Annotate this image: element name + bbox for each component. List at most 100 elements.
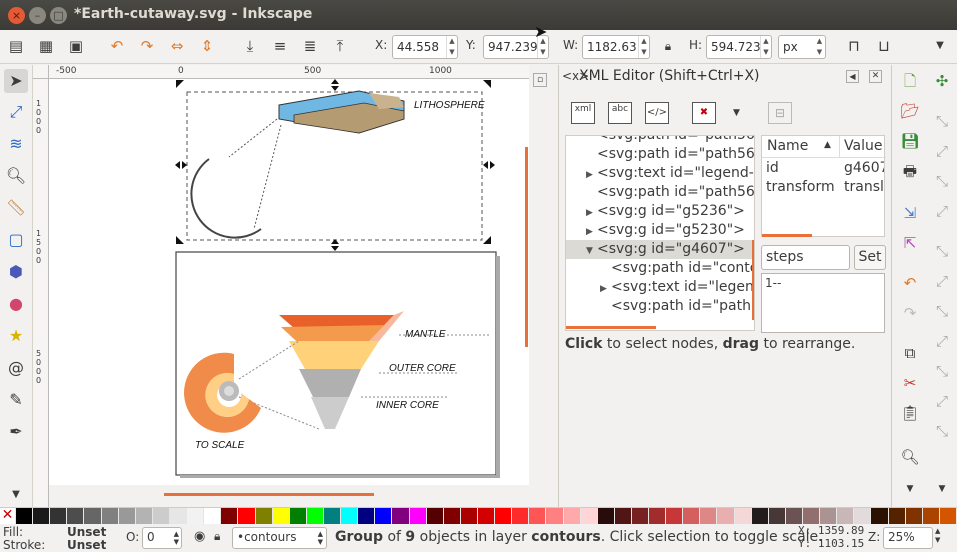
color-swatch[interactable] [495,508,513,524]
node-tree[interactable]: <svg:path id="path560 <svg:path id="path5… [565,135,755,331]
attr-name-cell[interactable]: transform [766,179,835,195]
color-swatch[interactable] [16,508,34,524]
xml-node[interactable]: ▶ <svg:text id="legend [566,278,754,297]
color-swatch[interactable] [118,508,136,524]
snap-bbox-icon[interactable]: ⤡ [930,109,954,133]
new-document-icon[interactable]: 🗋︎ [898,69,922,93]
w-spin-arrows[interactable]: ▲ ▼ [638,36,649,58]
color-swatch[interactable] [683,508,701,524]
color-swatch[interactable] [905,508,923,524]
3d-box-tool-icon[interactable]: ⬢ [4,260,28,284]
xml-node[interactable]: <svg:path id="path54 [566,297,754,316]
color-swatch[interactable] [854,508,872,524]
snap-cusp-icon[interactable]: ⤢ [930,329,954,353]
paste-icon[interactable]: 📋︎ [898,401,922,425]
lock-icon[interactable]: 🔒︎ [657,35,679,57]
undo-icon[interactable]: ↶ [898,271,922,295]
select-all-icon[interactable]: ▤ [5,35,27,57]
scale-corners-icon[interactable]: ⊔ [873,35,895,57]
snap-nodes-icon[interactable]: ⤡ [930,239,954,263]
unit-select[interactable]: px ▲ ▼ [778,35,826,59]
ellipse-tool-icon[interactable]: ● [4,292,28,316]
color-swatch[interactable] [101,508,119,524]
flip-vertical-icon[interactable]: ⇕ [196,35,218,57]
color-swatch[interactable] [169,508,188,524]
color-swatch[interactable] [426,508,444,524]
color-swatch[interactable] [871,508,889,524]
rotate-ccw-icon[interactable]: ↶ [106,35,128,57]
drawing-canvas[interactable]: LITHOSPHERE MANTLE OUTER CORE INNER CORE [49,79,529,485]
no-paint-swatch[interactable]: ✕ [0,508,16,524]
lock-layer-icon[interactable]: 🔒︎ [214,529,220,544]
flip-horizontal-icon[interactable]: ⇔ [166,35,188,57]
attr-scroll-thumb[interactable] [762,234,812,237]
x-field[interactable]: 44.558 ▲ ▼ [392,35,458,59]
color-swatch[interactable] [375,508,393,524]
attr-value-cell[interactable]: transl [844,179,884,195]
panel-close-icon[interactable]: ✕ [869,70,882,83]
zoom-spin-arrows[interactable]: ▲ ▼ [935,527,940,545]
h-field[interactable]: 594.723 ▲ ▼ [706,35,772,59]
scale-stroke-icon[interactable]: ⊓ [843,35,865,57]
color-swatch[interactable] [666,508,684,524]
pencil-tool-icon[interactable]: ✎ [4,388,28,412]
duplicate-node-icon[interactable]: </> [645,102,669,124]
color-swatch[interactable] [460,508,478,524]
color-swatch[interactable] [631,508,650,524]
toolbar-overflow-icon[interactable]: ▼ [733,108,740,118]
color-swatch[interactable] [289,508,307,524]
zoom-field[interactable]: 25% [883,527,933,549]
color-swatch[interactable] [221,508,239,524]
delete-node-icon[interactable]: ✖ [692,102,716,124]
copy-icon[interactable]: ⧉ [898,341,922,365]
selector-tool-icon[interactable]: ➤ [4,69,28,93]
opacity-spin-arrows[interactable]: ▲ ▼ [174,530,179,546]
lock-guides-icon[interactable]: ▫ [533,73,547,87]
color-swatch[interactable] [614,508,632,524]
color-swatch[interactable] [477,508,496,524]
x-spin-arrows[interactable]: ▲ ▼ [446,36,457,58]
zoom-selection-icon[interactable]: 🔍︎ [898,445,922,469]
deselect-icon[interactable]: ▣ [65,35,87,57]
attr-value-textarea[interactable]: 1-- [761,273,885,333]
color-swatch[interactable] [84,508,102,524]
color-swatch[interactable] [255,508,273,524]
attr-name-cell[interactable]: id [766,160,779,176]
color-swatch[interactable] [597,508,615,524]
xml-node[interactable]: <svg:path id="path560 [566,183,754,202]
toolbox-expand-icon[interactable]: ▼ [4,483,28,507]
color-swatch[interactable] [803,508,821,524]
fill-value[interactable]: Unset [67,525,106,539]
color-swatch[interactable] [888,508,906,524]
save-document-icon[interactable]: 💾︎ [898,129,922,153]
snap-center-icon[interactable]: ⤡ [930,419,954,443]
export-icon[interactable]: ⇱ [898,231,922,255]
color-swatch[interactable] [306,508,324,524]
color-swatch[interactable] [358,508,376,524]
node-tool-icon[interactable]: ⤢ [4,100,28,124]
snap-bbox-corner-icon[interactable]: ⤡ [930,169,954,193]
tweak-tool-icon[interactable]: ≋ [4,132,28,156]
color-swatch[interactable] [734,508,752,524]
w-field[interactable]: 1182.63 ▲ ▼ [582,35,650,59]
measure-tool-icon[interactable]: 📏︎ [4,196,28,220]
color-swatch[interactable] [392,508,410,524]
color-swatch[interactable] [700,508,718,524]
color-swatch[interactable] [785,508,804,524]
xml-node[interactable]: ▼ <svg:g id="g4607"> [566,240,754,259]
minimize-button[interactable]: – [29,7,46,24]
snap-midpoint-icon[interactable]: ⤢ [930,389,954,413]
spiral-tool-icon[interactable]: @ [4,356,28,380]
color-swatch[interactable] [204,508,222,524]
color-swatch[interactable] [443,508,461,524]
lower-to-bottom-icon[interactable]: ⤓ [239,35,261,57]
snap-bbox-edge-icon[interactable]: ⤢ [930,139,954,163]
panel-iconify-icon[interactable]: ◀ [846,70,859,83]
color-swatch[interactable] [67,508,85,524]
color-swatch[interactable] [837,508,855,524]
snap-expand-icon[interactable]: ▼ [930,477,954,501]
tree-v-scroll-thumb[interactable] [752,240,754,320]
open-document-icon[interactable]: 📂︎ [898,99,922,123]
snap-paths-icon[interactable]: ⤢ [930,269,954,293]
snap-smooth-icon[interactable]: ⤡ [930,359,954,383]
